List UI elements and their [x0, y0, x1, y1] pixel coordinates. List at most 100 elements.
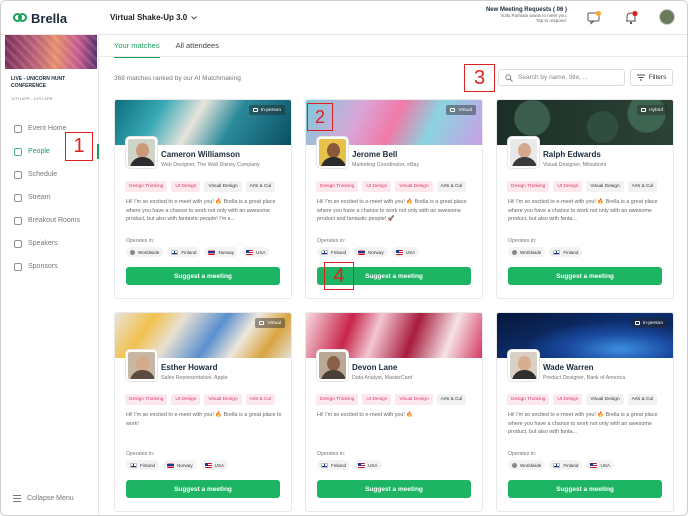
interest-tags: Design Thinking UI Design Visual Design …	[316, 394, 482, 405]
profile-photo	[508, 350, 539, 381]
user-avatar[interactable]	[659, 9, 675, 25]
person-name[interactable]: Cameron Williamson	[161, 150, 240, 159]
tag: UI Design	[553, 394, 583, 405]
sidebar-item-schedule[interactable]: Schedule	[1, 163, 99, 186]
event-selector[interactable]: Virtual Shake-Up 3.0	[110, 13, 198, 22]
location-label: Norway	[368, 249, 384, 255]
location-chip: USA	[200, 460, 229, 470]
person-name[interactable]: Devon Lane	[352, 363, 397, 372]
sidebar-item-speakers[interactable]: Speakers	[1, 232, 99, 255]
finland-flag-icon	[130, 462, 137, 468]
mode-badge: In-person	[248, 105, 285, 115]
mode-badge: Hybrid	[637, 105, 667, 115]
operating-locations: Worldwide Finland USA	[508, 460, 614, 470]
tag: Design Thinking	[507, 181, 550, 192]
meeting-requests-notice[interactable]: New Meeting Requests ( 06 ) Vollu Parhia…	[471, 7, 567, 23]
operating-locations: Finland Norway USA	[126, 460, 229, 470]
location-label: Finland	[331, 249, 347, 255]
sidebar-item-sponsors[interactable]: Sponsors	[1, 255, 99, 278]
search-placeholder: Search by name, title, ...	[518, 74, 589, 81]
bio-text: Hi! I'm so excited to e-meet with you! 🔥…	[508, 412, 658, 436]
annotation-box-3: 3	[464, 64, 495, 92]
finland-flag-icon	[321, 249, 328, 255]
interest-tags: Design Thinking UI Design Visual Design …	[125, 394, 291, 405]
location-chip: Worldwide	[508, 460, 546, 470]
matches-count: 368 matches ranked by our AI Matchmaking	[114, 75, 241, 82]
tag: Arts & Cul	[436, 394, 467, 405]
sidebar: LIVE - UNICORN HUNT CONFERENCE 12TH APR …	[1, 35, 99, 515]
location-chip: USA	[391, 247, 420, 257]
location-label: Finland	[563, 249, 579, 255]
usa-flag-icon	[246, 249, 254, 255]
location-label: USA	[368, 462, 378, 468]
location-chip: Finland	[317, 247, 351, 257]
bio-text: Hi! I'm so excited to e-meet with you! 🔥…	[317, 199, 467, 223]
finland-flag-icon	[171, 249, 179, 255]
suggest-meeting-button[interactable]: Suggest a meeting	[126, 480, 280, 498]
suggest-meeting-button[interactable]: Suggest a meeting	[126, 267, 280, 285]
usa-flag-icon	[395, 249, 403, 255]
location-chip: Norway	[204, 247, 239, 257]
search-input[interactable]: Search by name, title, ...	[498, 69, 625, 86]
home-icon	[14, 124, 22, 133]
tag: Design Thinking	[316, 181, 359, 192]
profile-photo	[508, 137, 539, 168]
match-card: Hybrid Ralph Edwards Visual Designer, Mi…	[496, 99, 674, 299]
virtual-icon	[450, 108, 456, 112]
operating-locations: Finland Norway USA	[317, 247, 420, 257]
suggest-meeting-button[interactable]: Suggest a meeting	[508, 480, 662, 498]
person-name[interactable]: Esther Howard	[161, 363, 217, 372]
chat-icon[interactable]	[586, 10, 602, 26]
filters-button[interactable]: Filters	[630, 69, 673, 86]
location-label: Finland	[140, 462, 156, 468]
tag: Visual Design	[395, 394, 433, 405]
bell-icon[interactable]	[623, 10, 639, 26]
brella-logo[interactable]: Brella	[13, 10, 67, 26]
event-dates: 12TH APR - 14TH APR	[11, 96, 53, 101]
tag: Visual Design	[395, 181, 433, 192]
location-chip: Finland	[549, 460, 583, 470]
location-chip: Worldwide	[126, 247, 164, 257]
location-label: Worldwide	[520, 249, 542, 255]
filter-icon	[636, 74, 645, 81]
operating-locations: Worldwide Finland	[508, 247, 583, 257]
sidebar-item-breakout-rooms[interactable]: Breakout Rooms	[1, 209, 99, 232]
location-chip: Finland	[126, 460, 160, 470]
tag: Arts & Cul	[436, 181, 467, 192]
location-chip: USA	[354, 460, 382, 470]
speakers-icon	[14, 239, 22, 248]
filters-label: Filters	[648, 74, 667, 81]
annotation-number: 1	[73, 135, 85, 157]
rooms-icon	[14, 216, 22, 225]
app-window: Brella Virtual Shake-Up 3.0 New Meeting …	[0, 0, 688, 516]
location-label: USA	[405, 249, 416, 255]
globe-icon	[512, 462, 517, 468]
person-name[interactable]: Ralph Edwards	[543, 150, 601, 159]
annotation-box-4: 4	[324, 262, 354, 290]
match-card: In-person Cameron Williamson Web Designe…	[114, 99, 292, 299]
person-name[interactable]: Jerome Bell	[352, 150, 397, 159]
calendar-icon	[14, 170, 22, 179]
match-card: In-person Wade Warren Product Designer, …	[496, 312, 674, 512]
person-name[interactable]: Wade Warren	[543, 363, 594, 372]
person-title: Marketing Coordinator, eBay	[352, 162, 420, 168]
mode-label: In-person	[260, 107, 281, 113]
finland-flag-icon	[553, 249, 561, 255]
annotation-number: 4	[333, 264, 345, 287]
interest-tags: Design Thinking UI Design Visual Design …	[125, 181, 291, 192]
mode-label: In-person	[642, 320, 663, 326]
match-card: Devon Lane Data Analyst, MasterCard Desi…	[305, 312, 483, 512]
collapse-menu-button[interactable]: Collapse Menu	[13, 495, 74, 502]
chevron-down-icon	[191, 15, 198, 20]
sidebar-item-label: Speakers	[28, 240, 58, 247]
operates-in-label: Operates in:	[508, 238, 537, 244]
interest-tags: Design Thinking UI Design Visual Design …	[507, 394, 673, 405]
usa-flag-icon	[204, 462, 212, 468]
sidebar-item-stream[interactable]: Stream	[1, 186, 99, 209]
suggest-meeting-button[interactable]: Suggest a meeting	[508, 267, 662, 285]
people-icon	[14, 147, 22, 156]
mode-label: Virtual	[458, 107, 472, 113]
hybrid-icon	[641, 108, 647, 112]
suggest-meeting-button[interactable]: Suggest a meeting	[317, 480, 471, 498]
location-chip: USA	[586, 460, 614, 470]
